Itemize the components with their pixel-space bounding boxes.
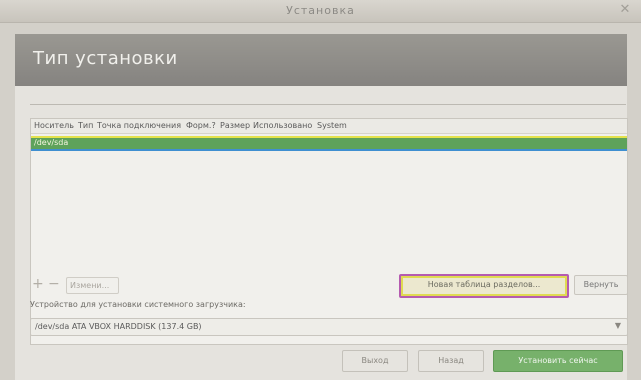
table-header: Носитель Тип Точка подключения Форм.? Ра…	[31, 119, 627, 134]
bootloader-select[interactable]: /dev/sda ATA VBOX HARDDISK (137.4 GB) ▼	[30, 318, 628, 336]
page-header: Тип установки	[15, 34, 627, 86]
column-header-mount[interactable]: Точка подключения	[97, 121, 181, 130]
new-partition-table-label: Новая таблица разделов...	[427, 280, 541, 289]
back-button[interactable]: Назад	[418, 350, 484, 372]
new-partition-table-button[interactable]: Новая таблица разделов...	[399, 274, 569, 298]
column-header-device[interactable]: Носитель	[34, 121, 74, 130]
page-title: Тип установки	[33, 48, 178, 69]
divider	[30, 104, 626, 105]
column-header-type[interactable]: Тип	[78, 121, 93, 130]
column-header-format[interactable]: Форм.?	[186, 121, 216, 130]
quit-button[interactable]: Выход	[342, 350, 408, 372]
column-header-system[interactable]: System	[317, 121, 347, 130]
row-device: /dev/sda	[34, 138, 69, 147]
bootloader-value: /dev/sda ATA VBOX HARDDISK (137.4 GB)	[35, 322, 202, 331]
partition-table[interactable]: Носитель Тип Точка подключения Форм.? Ра…	[30, 118, 628, 345]
window-title: Установка	[286, 4, 355, 17]
column-header-used[interactable]: Использовано	[253, 121, 312, 130]
plus-icon[interactable]: +	[32, 277, 44, 291]
close-icon[interactable]: ✕	[617, 2, 633, 18]
main-content: Носитель Тип Точка подключения Форм.? Ра…	[15, 86, 628, 380]
partition-controls: + − Измени... Новая таблица разделов... …	[30, 274, 628, 298]
change-button[interactable]: Измени...	[66, 277, 119, 294]
table-row[interactable]: /dev/sda	[31, 136, 627, 151]
chevron-down-icon: ▼	[614, 321, 621, 330]
revert-button[interactable]: Вернуть	[574, 275, 628, 295]
bootloader-label: Устройство для установки системного загр…	[30, 300, 246, 309]
minus-icon[interactable]: −	[48, 277, 60, 291]
column-header-size[interactable]: Размер	[220, 121, 250, 130]
title-bar: Установка ✕	[0, 0, 641, 23]
install-now-button[interactable]: Установить сейчас	[493, 350, 623, 372]
